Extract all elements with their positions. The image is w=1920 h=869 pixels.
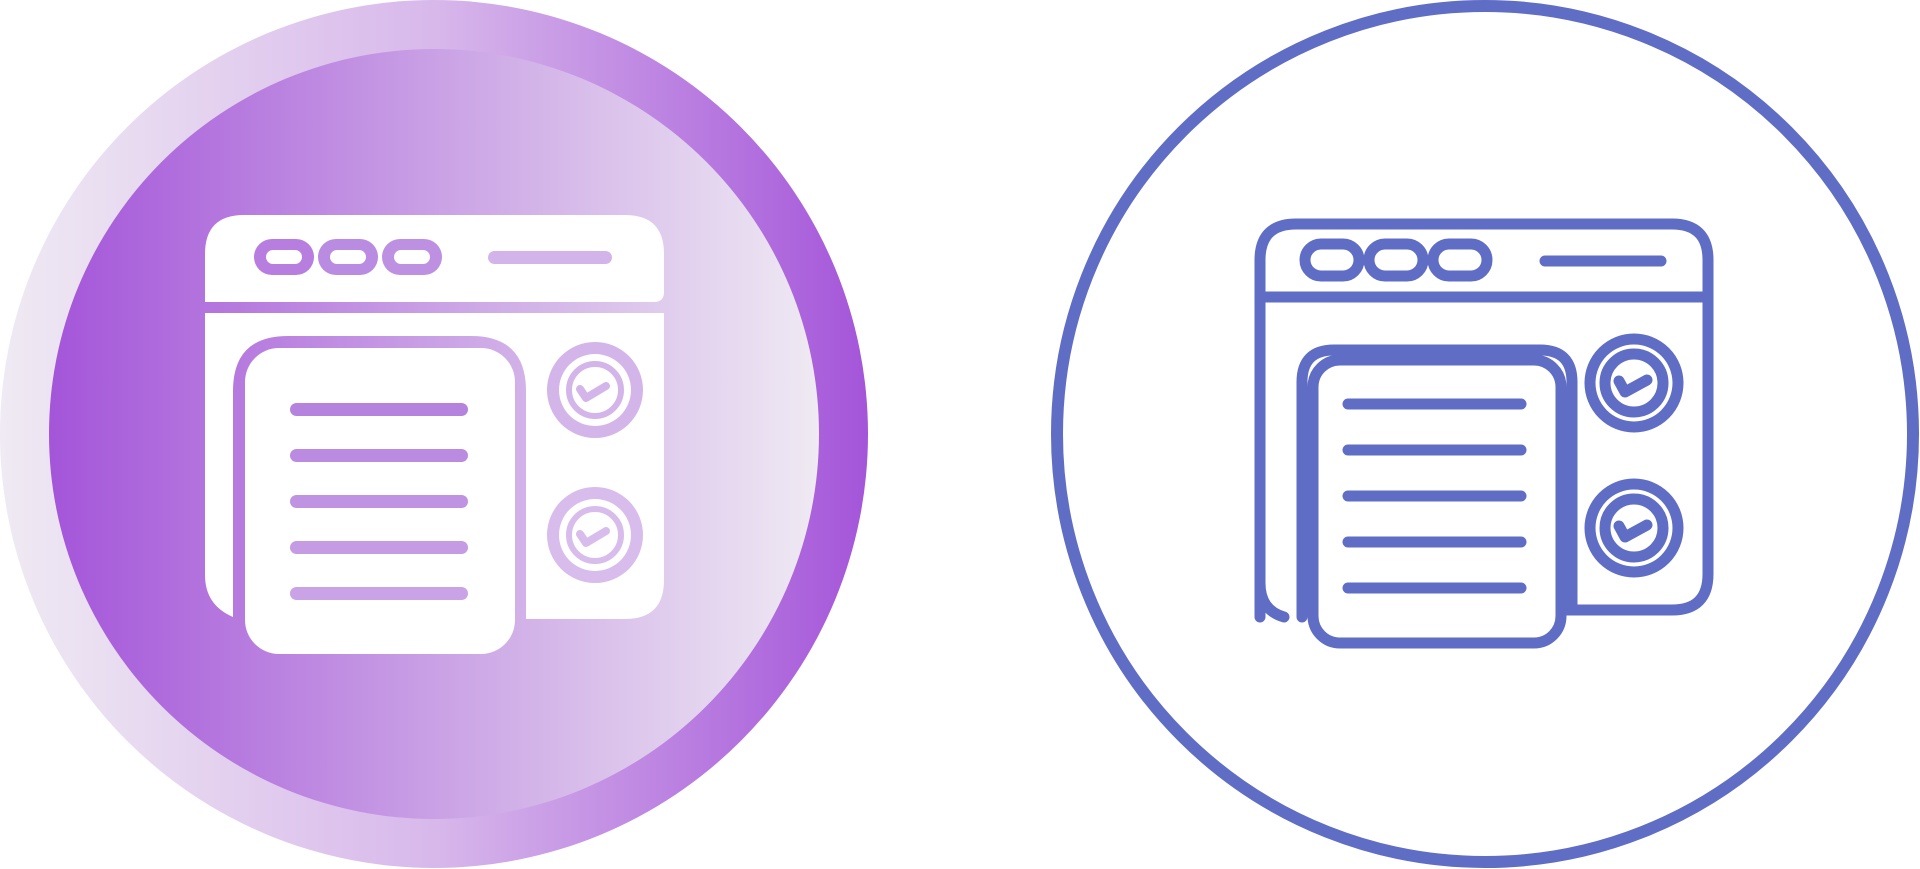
check-circle-icon-2 [547, 487, 643, 583]
doc-line-3 [290, 495, 468, 508]
browser-checklist-outline-icon [1051, 0, 1920, 869]
address-bar [488, 251, 612, 264]
doc-line-1 [290, 403, 468, 416]
outline-icon-svg [1051, 0, 1919, 868]
check-circle-icon-1 [1584, 333, 1684, 433]
doc-line-5 [290, 587, 468, 600]
browser-checklist-glyph-icon [0, 0, 869, 869]
doc-line-4 [290, 541, 468, 554]
check-circle-icon-2 [1584, 478, 1684, 578]
glyph-icon-svg [0, 0, 868, 868]
doc-line-2 [290, 449, 468, 462]
check-circle-icon-1 [547, 342, 643, 438]
icon-stage [0, 0, 1920, 869]
